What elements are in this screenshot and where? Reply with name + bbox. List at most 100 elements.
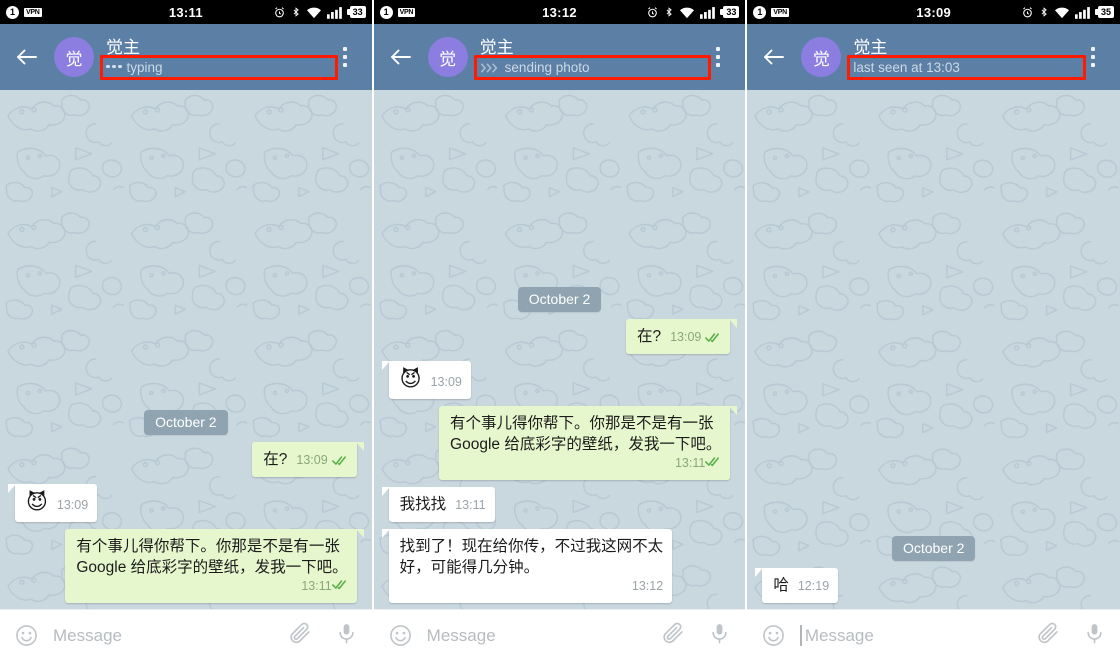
back-arrow-icon [764,49,785,65]
outgoing-message-bubble[interactable]: 在? 13:09 [625,319,738,354]
incoming-message-bubble[interactable]: 😈 13:09 [381,361,471,399]
message-row: 有个事儿得你帮下。你那是不是有一张 Google 给底彩字的壁纸，发我一下吧。 1… [382,406,738,480]
message-timestamp: 12:19 [797,579,830,593]
overflow-dot [342,63,347,67]
back-button[interactable] [10,40,44,74]
message-input-bar[interactable]: Message [0,609,372,661]
date-chip: October 2 [517,287,602,312]
emoji-button[interactable] [14,623,40,648]
message-text: 哈 [773,577,789,594]
message-row: 找到了！现在给你传，不过我这网不太 好，可能得几分钟。 13:12 [381,529,738,603]
paperclip-icon [289,622,310,643]
paperclip-icon [1038,622,1058,643]
message-meta: 13:12 [409,576,663,597]
message-row: 我找找 13:11 [381,487,738,522]
status-bar: 1 VPN 13:09 35 [747,0,1120,24]
contact-status: sending photo [480,59,590,76]
contact-status-wrap: typing [100,55,338,80]
smiley-icon [16,625,37,646]
message-row: 😈 13:09 [381,361,738,399]
message-area[interactable]: October 2 哈 12:19 [747,90,1120,609]
date-chip: October 2 [891,536,976,561]
avatar[interactable]: 觉 [427,37,468,77]
back-button[interactable] [384,40,418,74]
message-list: October 2 在? 13:09 😈 13:09 有个事儿得你帮下。你那是不是有一张 … [0,90,372,609]
message-text: 在? [636,328,662,345]
overflow-dot [1091,55,1096,59]
message-row: 😈 13:09 [7,484,364,522]
contact-status-label: sending photo [504,60,590,75]
overflow-menu-button[interactable] [703,39,733,75]
emoji-button[interactable] [761,623,787,648]
message-text: 找到了！现在给你传，不过我这网不太 好，可能得几分钟。 [399,538,664,576]
message-area[interactable]: October 2 在? 13:09 😈 13:09 有个事儿得你帮下。你那是不是有一张 … [0,90,372,609]
overflow-menu-button[interactable] [1078,39,1108,75]
signal-icon [700,6,718,19]
incoming-message-bubble[interactable]: 哈 12:19 [755,568,839,603]
contact-name: 觉主 [853,38,888,57]
input-action-icons [288,621,358,651]
message-line: 在? 13:09 [637,326,721,348]
incoming-message-bubble[interactable]: 😈 13:09 [7,484,98,522]
chat-header-text[interactable]: 觉主 typing [100,38,338,80]
outgoing-message-bubble[interactable]: 有个事儿得你帮下。你那是不是有一张 Google 给底彩字的壁纸，发我一下吧。 1… [65,529,364,603]
message-meta: 13:09 [431,372,462,393]
voice-record-button[interactable] [1083,621,1106,651]
smiley-icon [389,625,411,646]
message-input-field[interactable]: Message [53,626,276,646]
attach-button[interactable] [661,621,686,651]
bluetooth-icon [291,5,301,19]
attach-button[interactable] [1036,621,1061,651]
emoji-button[interactable] [388,623,414,648]
double-check-icon [331,580,346,590]
wifi-icon [679,6,695,19]
back-button[interactable] [757,40,791,74]
avatar[interactable]: 觉 [54,37,94,77]
message-meta: 13:11 [85,576,347,597]
signal-icon [1075,6,1093,19]
avatar[interactable]: 觉 [801,37,842,77]
status-bar: 1 VPN 13:11 33 [0,0,372,24]
message-line: 哈 12:19 [773,575,829,597]
voice-record-button[interactable] [708,621,731,651]
message-input-field[interactable]: Message [427,626,650,646]
message-line: 在? 13:09 [263,449,347,471]
message-line: 😈 13:09 [26,491,88,516]
voice-record-button[interactable] [335,621,358,651]
message-input-bar[interactable]: Message [747,609,1120,661]
bluetooth-icon [1039,5,1049,19]
incoming-message-bubble[interactable]: 我找找 13:11 [381,487,495,522]
contact-status-wrap: sending photo [473,55,712,80]
contact-status-label: typing [126,60,163,75]
chat-header: 觉 觉主 typing [0,24,372,90]
message-text: 我找找 [399,496,447,513]
typing-dots-icon [106,64,122,71]
attach-button[interactable] [288,621,313,651]
status-bar-right: 33 [273,5,366,19]
contact-status: typing [106,59,163,76]
message-input-field[interactable]: Message [800,625,1024,646]
contact-status-label: last seen at 13:03 [853,60,960,75]
message-timestamp: 13:09 [56,498,89,512]
message-text: 在? [263,451,288,468]
status-bar-right: 33 [646,5,740,19]
chat-header-text[interactable]: 觉主 last seen at 13:03 [847,38,1087,80]
message-text: 有个事儿得你帮下。你那是不是有一张 Google 给底彩字的壁纸，发我一下吧。 [450,415,722,453]
message-text: 有个事儿得你帮下。你那是不是有一张 Google 给底彩字的壁纸，发我一下吧。 [76,538,348,576]
microphone-icon [712,623,727,643]
message-placeholder: Message [426,625,496,645]
overflow-menu-icon [1091,47,1096,51]
chat-header-text[interactable]: 觉主 sending photo [473,38,712,80]
incoming-message-bubble[interactable]: 找到了！现在给你传，不过我这网不太 好，可能得几分钟。 13:12 [381,529,673,603]
message-line: 我找找 13:11 [400,494,486,516]
outgoing-message-bubble[interactable]: 有个事儿得你帮下。你那是不是有一张 Google 给底彩字的壁纸，发我一下吧。 1… [439,406,738,480]
overflow-menu-button[interactable] [330,39,360,75]
message-area[interactable]: October 2 在? 13:09 😈 13:09 有个事儿得你帮下。你那是不是有一张 … [373,90,746,609]
overflow-dot [342,55,347,59]
outgoing-message-bubble[interactable]: 在? 13:09 [252,442,365,477]
message-input-bar[interactable]: Message [373,609,746,661]
message-placeholder: Message [804,625,874,645]
message-meta: 13:09 [670,327,721,348]
panel-last-seen: 1 VPN 13:09 35 觉 觉主 last seen at 13:03 O… [747,0,1120,661]
wifi-icon [306,6,322,19]
